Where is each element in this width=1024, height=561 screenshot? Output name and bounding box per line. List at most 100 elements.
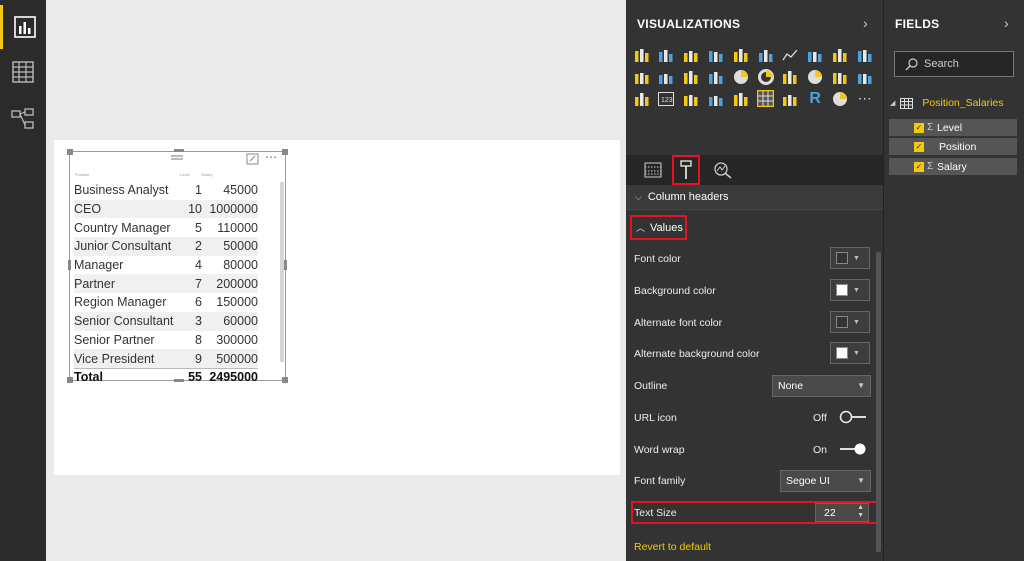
word-wrap-toggle[interactable] [838,441,868,457]
color-swatch [836,347,848,359]
field-item-level[interactable]: ✓ Σ Level [889,119,1017,136]
revert-to-default-link[interactable]: Revert to default [634,541,711,553]
url-icon-toggle[interactable] [838,409,868,425]
color-swatch [836,252,848,264]
stacked-bar-chart-icon[interactable] [633,46,650,63]
checkbox-checked-icon[interactable]: ✓ [914,161,924,172]
checkbox-checked-icon[interactable]: ✓ [914,141,924,152]
stepper-arrows-icon[interactable]: ▲ ▼ [857,504,864,520]
format-pane-scrollbar[interactable] [876,252,881,552]
more-options-icon[interactable]: ⋯ [265,150,277,164]
map-icon[interactable] [807,68,824,85]
bar-chart-icon [13,16,36,38]
table-row: Manager 4 80000 [74,256,258,275]
relationships-icon [11,108,34,129]
field-item-position[interactable]: ✓ Position [889,138,1017,155]
cell-salary: 50000 [223,239,258,254]
field-label: Position [939,140,977,153]
resize-handle[interactable] [67,377,73,383]
resize-handle[interactable] [282,377,288,383]
relationships-view-button[interactable] [0,97,46,141]
slicer-icon[interactable] [732,90,749,107]
visualizations-title: VISUALIZATIONS [637,17,741,31]
field-item-salary[interactable]: ✓ Σ Salary [889,158,1017,175]
resize-handle[interactable] [68,260,71,270]
area-chart-icon[interactable] [807,46,824,63]
text-size-stepper[interactable]: 22 ▲ ▼ [815,503,869,522]
waterfall-chart-icon[interactable] [683,68,700,85]
color-swatch [836,284,848,296]
resize-handle[interactable] [284,260,287,270]
filled-map-icon[interactable] [831,68,848,85]
report-view-button[interactable] [0,5,46,49]
resize-handle[interactable] [67,149,73,155]
kpi-icon[interactable] [707,90,724,107]
paint-roller-icon [680,160,692,179]
fields-search-input[interactable]: Search [894,51,1014,77]
line-chart-icon[interactable] [782,46,799,63]
donut-chart-icon[interactable] [757,68,774,85]
100-column-chart-icon[interactable] [757,46,774,63]
clustered-bar-chart-icon[interactable] [683,46,700,63]
checkbox-checked-icon[interactable]: ✓ [914,122,924,133]
table-scrollbar[interactable] [280,182,284,362]
table-total-row: Total 55 2495000 [74,367,258,386]
table-row: Senior Consultant 3 60000 [74,311,258,331]
cell-position: Vice President [74,351,155,366]
table-visual[interactable]: ⋯ Position Level Salary Business Analyst… [67,149,288,384]
cell-salary: 45000 [223,183,258,198]
collapse-chevron-icon[interactable]: › [1004,15,1009,31]
pie-chart-icon[interactable] [732,68,749,85]
alternate-background-color-picker[interactable]: ▼ [830,342,870,364]
cell-level: 5 [195,220,202,235]
cell-salary: 1000000 [209,202,258,217]
cell-level: 8 [195,332,202,347]
multi-row-card-icon[interactable] [683,90,700,107]
card-icon[interactable]: 123 [658,90,675,107]
r-script-icon[interactable]: R [807,90,824,107]
stacked-column-chart-icon[interactable] [658,46,675,63]
line-stacked-column-icon[interactable] [633,68,650,85]
focus-mode-icon[interactable] [246,153,259,165]
cell-position: Manager [74,258,124,273]
word-wrap-label: Word wrap [634,444,685,456]
stacked-area-chart-icon[interactable] [831,46,848,63]
collapse-chevron-icon[interactable]: › [863,15,868,31]
field-label: Level [937,121,963,134]
clustered-column-chart-icon[interactable] [707,46,724,63]
analytics-tab[interactable] [708,155,738,185]
data-view-button[interactable] [0,50,46,94]
gauge-icon[interactable] [633,90,650,107]
drag-grip-icon[interactable] [170,154,184,162]
treemap-icon[interactable] [782,68,799,85]
values-section-header[interactable]: ︿ Values [630,215,687,240]
100-bar-chart-icon[interactable] [732,46,749,63]
alternate-font-color-picker[interactable]: ▼ [830,311,870,333]
table-row: Region Manager 6 150000 [74,293,258,312]
column-headers-section[interactable]: ⌵ Column headers [626,185,883,209]
format-tabs [626,155,883,185]
format-tab[interactable] [672,155,700,185]
table-visual-icon[interactable] [757,90,774,107]
font-color-picker[interactable]: ▼ [830,247,870,269]
font-color-label: Font color [634,253,681,265]
dropdown-arrow-icon: ▼ [857,381,865,390]
resize-handle[interactable] [282,149,288,155]
ribbon-chart-icon[interactable] [658,68,675,85]
alternate-font-color-label: Alternate font color [634,317,723,329]
matrix-icon[interactable] [782,90,799,107]
outline-dropdown[interactable]: None ▼ [772,375,871,397]
resize-handle[interactable] [174,149,184,152]
globe-map-icon[interactable] [831,90,848,107]
field-table-header[interactable]: ◢ Position_Salaries [890,97,1004,109]
cell-position: Country Manager [74,220,171,235]
more-visuals-icon[interactable]: ⋯ [856,90,873,107]
scatter-chart-icon[interactable] [707,68,724,85]
left-nav [0,0,46,561]
background-color-picker[interactable]: ▼ [830,279,870,301]
cell-position: Region Manager [74,295,167,310]
fields-tab[interactable] [638,155,668,185]
font-family-dropdown[interactable]: Segoe UI ▼ [780,470,871,492]
funnel-chart-icon[interactable] [856,68,873,85]
line-column-chart-icon[interactable] [856,46,873,63]
